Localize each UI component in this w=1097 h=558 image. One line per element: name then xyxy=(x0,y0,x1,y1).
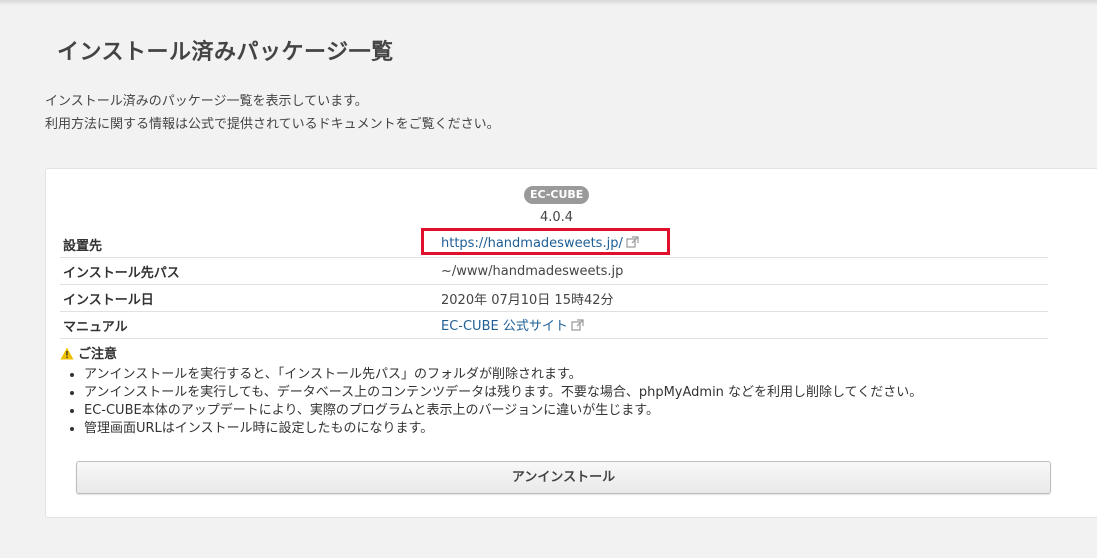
list-item: 管理画面URLはインストール時に設定したものになります。 xyxy=(84,420,922,438)
package-badge: EC-CUBE xyxy=(524,186,590,204)
install-date-value: 2020年 07月10日 15時42分 xyxy=(438,284,1048,312)
external-link-icon[interactable] xyxy=(571,319,584,335)
manual-value: EC-CUBE 公式サイト xyxy=(438,311,1048,339)
description-line: 利用方法に関する情報は公式で提供されているドキュメントをご覧ください。 xyxy=(45,117,500,132)
install-path-value: ~/www/handmadesweets.jp xyxy=(438,257,1048,285)
install-location-label: 設置先 xyxy=(60,231,438,258)
description-line: インストール済みのパッケージ一覧を表示しています。 xyxy=(45,94,368,109)
notice-heading: ご注意 xyxy=(60,343,117,364)
notice-title: ご注意 xyxy=(78,347,118,362)
install-path-label: インストール先パス xyxy=(60,257,438,285)
table-row: インストール先パス ~/www/handmadesweets.jp xyxy=(60,257,1048,285)
table-row: インストール日 2020年 07月10日 15時42分 xyxy=(60,284,1048,312)
warning-icon xyxy=(60,347,74,364)
page-title: インストール済みパッケージ一覧 xyxy=(57,40,394,65)
top-shadow xyxy=(0,0,1097,6)
table-row: マニュアル EC-CUBE 公式サイト xyxy=(60,311,1048,339)
package-version: 4.0.4 xyxy=(540,210,574,225)
uninstall-button[interactable]: アンインストール xyxy=(76,461,1051,494)
list-item: アンインストールを実行すると、「インストール先パス」のフォルダが削除されます。 xyxy=(84,366,922,384)
page-description: インストール済みのパッケージ一覧を表示しています。 利用方法に関する情報は公式で… xyxy=(45,90,500,136)
list-item: アンインストールを実行しても、データベース上のコンテンツデータは残ります。不要な… xyxy=(84,384,922,402)
highlight-box xyxy=(421,228,670,255)
list-item: EC-CUBE本体のアップデートにより、実際のプログラムと表示上のバージョンに違… xyxy=(84,402,922,420)
manual-label: マニュアル xyxy=(60,311,438,339)
notice-list: アンインストールを実行すると、「インストール先パス」のフォルダが削除されます。 … xyxy=(66,366,922,438)
manual-link[interactable]: EC-CUBE 公式サイト xyxy=(441,319,568,334)
install-date-label: インストール日 xyxy=(60,284,438,312)
